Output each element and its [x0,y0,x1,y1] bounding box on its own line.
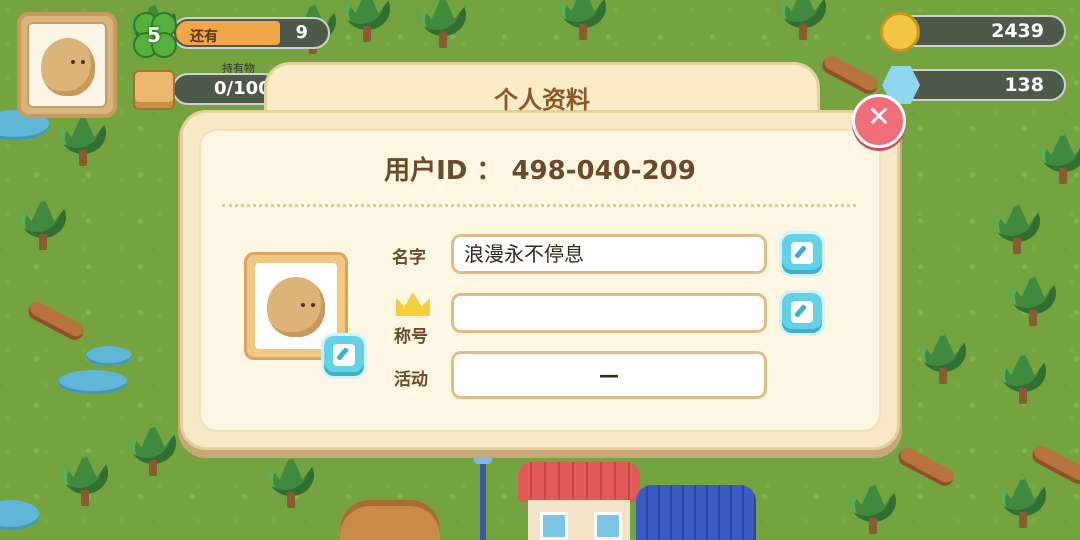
box-icon [133,70,175,110]
tree [920,330,966,386]
inventory-value: 0/100 [214,78,271,99]
dialog-title: 个人资料 [494,86,590,114]
divider [222,204,856,207]
coin-value: 2439 [991,20,1044,42]
pond [58,370,128,394]
tonkatsu-character-icon [267,277,325,337]
edit-avatar-button[interactable] [324,336,364,376]
tree [62,452,108,508]
edit-name-button[interactable] [782,234,822,274]
tree [60,112,106,168]
coin-icon [880,12,920,52]
tree [780,0,826,42]
name-field[interactable]: 浪漫永不停息 [451,234,767,274]
blue-roof-house [636,485,756,540]
tree [994,200,1040,256]
tree [1010,272,1056,328]
title-field[interactable] [451,293,767,333]
edit-title-button[interactable] [782,293,822,333]
tree [560,0,606,42]
name-label: 名字 [392,248,426,268]
pencil-icon [791,301,813,323]
tree [268,454,314,510]
street-lamp [474,450,492,540]
level-number: 5 [147,23,161,47]
tree [1000,474,1046,530]
close-icon: ✕ [867,100,891,133]
life-label: 还有 [190,29,218,45]
tonkatsu-character-icon [41,38,95,96]
tree [20,196,66,252]
tree [344,0,390,44]
life-value: 9 [295,22,308,43]
life-meter: 还有 9 [172,17,330,49]
title-label: 称号 [394,327,428,347]
event-field: — [451,351,767,399]
close-button[interactable]: ✕ [852,94,906,148]
player-avatar-button[interactable] [17,12,117,118]
tree [1040,130,1080,186]
tree [420,0,466,50]
pond [86,346,132,366]
event-label: 活动 [394,370,428,390]
gem-value: 138 [1004,74,1044,96]
pencil-icon [791,242,813,264]
tree [130,422,176,478]
clover-level-icon: 5 [133,12,177,58]
tree [1000,350,1046,406]
user-id-text: 用户ID ： 498-040-209 [384,156,696,186]
tree [850,480,896,536]
pencil-icon [333,344,355,366]
red-roof-house [518,462,640,540]
barrel-house [340,500,440,540]
